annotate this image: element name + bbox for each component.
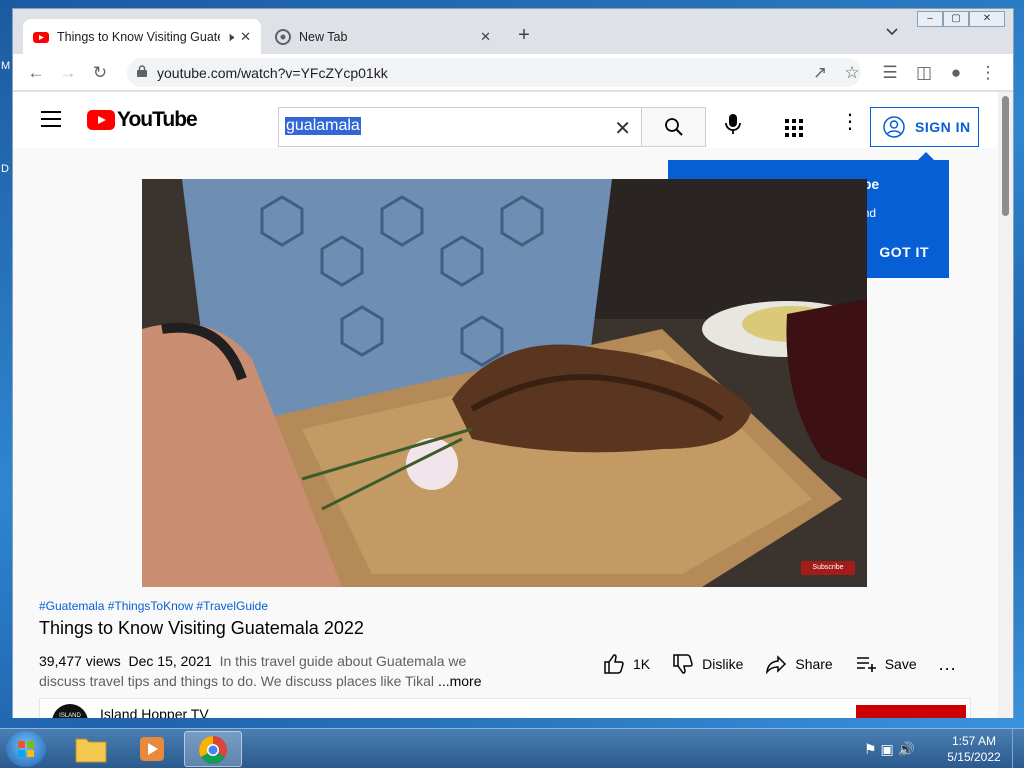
- youtube-logo[interactable]: YouTube: [87, 108, 198, 132]
- clear-search-icon[interactable]: ✕: [614, 116, 631, 141]
- search-input[interactable]: gualamala ✕: [278, 107, 642, 147]
- tab-search-chevron-icon[interactable]: [885, 27, 899, 37]
- subscribe-watermark[interactable]: Subscribe: [801, 561, 855, 575]
- video-player[interactable]: Subscribe: [142, 179, 867, 587]
- lock-icon: [137, 65, 147, 77]
- channel-bar: ISLAND HOPPER Island Hopper TV SUBSCRIBE: [39, 698, 971, 718]
- sign-in-label: SIGN IN: [915, 119, 971, 135]
- channel-avatar[interactable]: ISLAND HOPPER: [52, 704, 88, 718]
- save-playlist-icon: [856, 657, 876, 672]
- got-it-button[interactable]: GOT IT: [879, 244, 929, 260]
- dislike-button[interactable]: Dislike: [672, 653, 743, 675]
- chrome-icon: [275, 28, 291, 45]
- side-panel-icon[interactable]: ◫: [913, 62, 935, 84]
- subscribe-button[interactable]: SUBSCRIBE: [856, 705, 966, 718]
- system-tray: ⚑ ▣ 🔊: [864, 741, 915, 758]
- url-text: youtube.com/watch?v=YFcZYcp01kk: [157, 64, 388, 81]
- page-scrollbar[interactable]: [998, 92, 1013, 718]
- start-button[interactable]: [6, 731, 46, 767]
- video-actions: 1K Dislike Share Save ...: [603, 652, 957, 676]
- network-icon[interactable]: ▣: [880, 741, 893, 757]
- tab-close-icon[interactable]: ✕: [240, 29, 251, 45]
- search-button[interactable]: [642, 107, 706, 147]
- restore-icon[interactable]: ▢: [943, 11, 969, 27]
- windows-logo-icon: [18, 741, 34, 757]
- youtube-wordmark: YouTube: [117, 108, 198, 131]
- save-button[interactable]: Save: [855, 653, 917, 675]
- clock-time: 1:57 AM: [951, 734, 997, 748]
- chrome-icon: [199, 736, 227, 764]
- taskbar-clock[interactable]: 1:57 AM 5/15/2022: [944, 733, 1004, 765]
- address-bar[interactable]: youtube.com/watch?v=YFcZYcp01kk: [127, 58, 861, 87]
- reload-icon[interactable]: ↻: [89, 62, 111, 84]
- microphone-icon[interactable]: [721, 112, 745, 136]
- dislike-label: Dislike: [702, 656, 744, 672]
- user-icon: [883, 116, 905, 138]
- upload-date: Dec 15, 2021: [128, 653, 212, 669]
- tab-new-tab[interactable]: New Tab ✕: [265, 19, 501, 54]
- hamburger-menu-icon[interactable]: [41, 111, 61, 127]
- video-title: Things to Know Visiting Guatemala 2022: [39, 618, 364, 638]
- desktop-label-fragment: D: [1, 163, 9, 175]
- share-arrow-icon: [766, 655, 787, 675]
- volume-icon[interactable]: 🔊: [898, 741, 915, 757]
- taskbar-explorer[interactable]: [62, 731, 120, 767]
- windows-taskbar: ⚑ ▣ 🔊 1:57 AM 5/15/2022: [0, 728, 1024, 768]
- tab-title: New Tab: [299, 29, 348, 44]
- search-icon: [665, 118, 683, 136]
- tab-strip: Things to Know Visiting Guatemala 2022 🕨…: [13, 9, 1013, 54]
- like-count: 1K: [633, 656, 651, 672]
- like-button[interactable]: 1K: [603, 653, 650, 675]
- forward-arrow-icon[interactable]: →: [57, 62, 79, 84]
- back-arrow-icon[interactable]: ←: [25, 62, 47, 84]
- apps-grid-icon[interactable]: [785, 119, 803, 137]
- scrollbar-thumb[interactable]: [1002, 96, 1009, 216]
- share-button[interactable]: Share: [765, 653, 833, 675]
- tab-close-icon[interactable]: ✕: [480, 29, 491, 45]
- video-frame-image: [142, 179, 867, 587]
- hashtags-link[interactable]: #Guatemala #ThingsToKnow #TravelGuide: [39, 599, 268, 613]
- taskbar-chrome[interactable]: [184, 731, 242, 767]
- tab-youtube-video[interactable]: Things to Know Visiting Guatemala 2022 🕨…: [23, 19, 261, 54]
- video-description-box[interactable]: 39,477 views Dec 15, 2021 In this travel…: [39, 651, 509, 691]
- share-page-icon[interactable]: ↗: [809, 62, 831, 84]
- channel-name[interactable]: Island Hopper TV: [100, 706, 209, 718]
- more-actions-icon[interactable]: ...: [939, 654, 957, 675]
- youtube-favicon-icon: [33, 31, 49, 43]
- show-more-link[interactable]: ...more: [438, 673, 482, 689]
- save-label: Save: [884, 656, 917, 672]
- show-desktop-button[interactable]: [1012, 729, 1024, 768]
- desktop-label-fragment: M: [1, 60, 11, 72]
- taskbar-media-player[interactable]: [124, 731, 182, 767]
- window-close-icon[interactable]: ✕: [969, 11, 1005, 27]
- media-player-icon: [140, 737, 164, 761]
- media-control-icon[interactable]: ☰: [879, 62, 901, 84]
- folder-icon: [75, 738, 107, 763]
- settings-kebab-icon[interactable]: ⋮: [840, 112, 860, 132]
- minimize-icon[interactable]: –: [917, 11, 943, 27]
- thumbs-down-icon: [673, 654, 693, 674]
- clock-date: 5/15/2022: [947, 750, 1001, 764]
- browser-window: Things to Know Visiting Guatemala 2022 🕨…: [12, 8, 1014, 718]
- thumbs-up-icon: [604, 654, 624, 674]
- new-tab-button[interactable]: +: [513, 25, 535, 47]
- tab-title: Things to Know Visiting Guatemala 2022: [57, 29, 220, 44]
- view-count: 39,477 views: [39, 653, 121, 669]
- youtube-header: YouTube gualamala ✕ ⋮ SIGN IN: [13, 92, 998, 148]
- youtube-page: YouTube gualamala ✕ ⋮ SIGN IN You're sig…: [13, 92, 998, 718]
- sign-in-button[interactable]: SIGN IN: [870, 107, 979, 147]
- profile-avatar-icon[interactable]: ●: [945, 62, 967, 84]
- action-center-flag-icon[interactable]: ⚑: [864, 741, 877, 757]
- bookmark-star-icon[interactable]: ☆: [841, 62, 863, 84]
- chrome-menu-icon[interactable]: ⋮: [977, 62, 999, 84]
- speaker-icon[interactable]: 🕨: [226, 29, 234, 45]
- search-query-text: gualamala: [285, 117, 361, 135]
- share-label: Share: [795, 656, 833, 672]
- browser-toolbar: ← → ↻ youtube.com/watch?v=YFcZYcp01kk ↗ …: [13, 54, 1013, 91]
- youtube-play-icon: [87, 110, 115, 130]
